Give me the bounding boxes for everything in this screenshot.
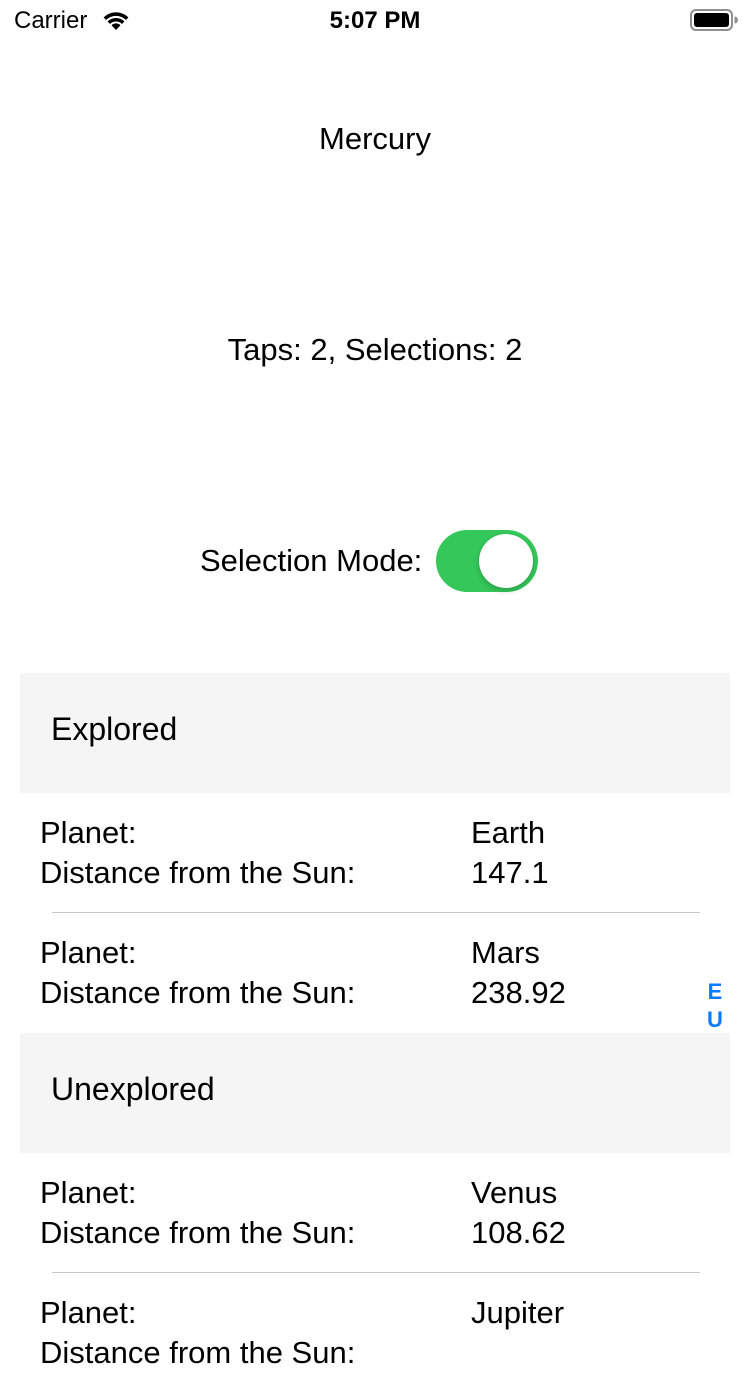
status-bar: Carrier 5:07 PM bbox=[0, 0, 750, 40]
list-item[interactable]: Planet: Distance from the Sun: Earth 147… bbox=[20, 793, 730, 913]
tap-selection-counter: Taps: 2, Selections: 2 bbox=[227, 332, 523, 367]
section-header-unexplored: Unexplored bbox=[20, 1033, 730, 1153]
planet-name: Earth bbox=[471, 815, 546, 850]
clock-label: 5:07 PM bbox=[329, 7, 421, 34]
planet-name: Jupiter bbox=[471, 1295, 565, 1330]
planet-key-label: Planet: bbox=[40, 1295, 137, 1330]
selection-mode-toggle[interactable] bbox=[436, 530, 539, 592]
planet-distance: 147.1 bbox=[471, 855, 549, 890]
planet-key-label: Planet: bbox=[40, 935, 137, 970]
planet-distance: 108.62 bbox=[471, 1215, 566, 1250]
planet-key-label: Planet: bbox=[40, 1175, 137, 1210]
battery-icon bbox=[690, 9, 738, 31]
planet-name: Mars bbox=[471, 935, 540, 970]
toggle-knob bbox=[479, 534, 534, 588]
planet-name: Venus bbox=[471, 1175, 558, 1210]
planet-list[interactable]: Explored Planet: Distance from the Sun: … bbox=[20, 673, 730, 1393]
distance-key-label: Distance from the Sun: bbox=[40, 1335, 356, 1370]
section-index-e[interactable]: E bbox=[708, 978, 723, 1006]
list-item[interactable]: Planet: Distance from the Sun: Venus 108… bbox=[20, 1153, 730, 1273]
distance-key-label: Distance from the Sun: bbox=[40, 855, 356, 890]
planet-distance: 238.92 bbox=[471, 975, 566, 1010]
selection-mode-row: Selection Mode: bbox=[200, 530, 539, 592]
list-item[interactable]: Planet: Distance from the Sun: Jupiter bbox=[20, 1273, 730, 1393]
selection-mode-label: Selection Mode: bbox=[200, 543, 423, 578]
distance-key-label: Distance from the Sun: bbox=[40, 975, 356, 1010]
selected-planet-label: Mercury bbox=[319, 121, 431, 156]
distance-key-label: Distance from the Sun: bbox=[40, 1215, 356, 1250]
section-index-u[interactable]: U bbox=[707, 1006, 723, 1034]
list-item[interactable]: Planet: Distance from the Sun: Mars 238.… bbox=[20, 913, 730, 1033]
planet-key-label: Planet: bbox=[40, 815, 137, 850]
section-title: Unexplored bbox=[51, 1071, 215, 1107]
section-header-explored: Explored bbox=[20, 673, 730, 793]
section-index[interactable]: E U bbox=[702, 978, 728, 1034]
section-title: Explored bbox=[51, 711, 178, 747]
